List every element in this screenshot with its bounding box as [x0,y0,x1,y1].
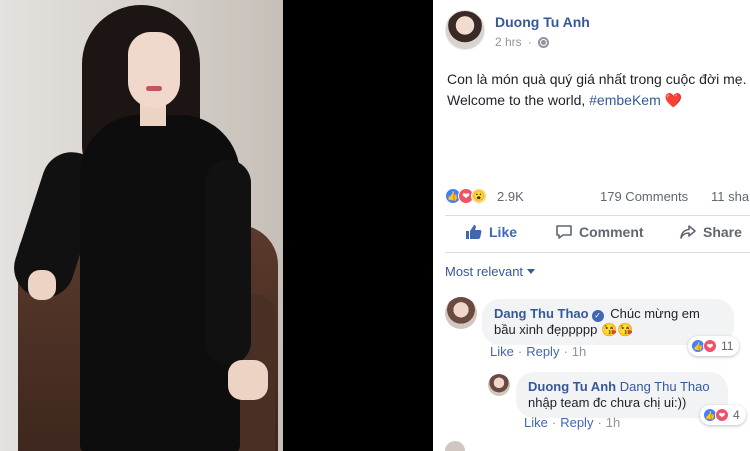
wow-reaction-icon: 😮 [471,188,487,204]
heart-emoji: ❤️ [664,92,683,108]
reply-mention[interactable]: Dang Thu Thao [620,379,710,394]
share-label: Share [703,224,742,240]
reply-actions: Like · Reply · 1h [524,415,621,430]
photo-viewer [0,0,433,451]
author-name[interactable]: Duong Tu Anh [495,14,590,30]
reply-avatar[interactable] [488,374,510,396]
comment-label: Comment [579,224,644,240]
commenter-name[interactable]: Dang Thu Thao [494,306,589,321]
photo-face [128,32,180,108]
like-button[interactable]: Like [465,224,517,240]
reply-time[interactable]: 1h [606,415,620,430]
comment-reactions[interactable]: 👍 ❤ 11 [688,336,740,356]
reply-item: Duong Tu Anh Dang Thu Thao nhập team đc … [488,372,750,436]
comment-reply-link[interactable]: Reply [526,344,559,359]
post-meta: 2 hrs · [495,35,549,49]
caret-down-icon [527,269,536,274]
comment-actions: Like · Reply · 1h [490,344,587,359]
comment-sort-dropdown[interactable]: Most relevant [445,264,536,279]
post-text-line-1: Con là món quà quý giá nhất trong cuộc đ… [447,71,747,87]
reply-reaction-count: 4 [733,408,740,422]
post-text: Con là món quà quý giá nhất trong cuộc đ… [447,69,747,111]
reply-reply-link[interactable]: Reply [560,415,593,430]
comment-icon [556,225,572,239]
post-text-prefix: Welcome to the world, [447,92,590,108]
like-icon [466,225,482,239]
comments-count[interactable]: 179 Comments [600,189,688,204]
comment-button[interactable]: Comment [555,224,644,240]
love-mini-icon: ❤ [703,339,717,353]
next-comment-avatar[interactable] [445,441,465,451]
reply-author-name[interactable]: Duong Tu Anh [528,379,616,394]
sort-label: Most relevant [445,264,524,279]
shares-count[interactable]: 11 share [711,189,750,204]
reactions-summary: 👍 ❤ 😮 2.9K 179 Comments 11 share [445,188,750,208]
action-bar: Like Comment Share [445,215,750,253]
post-time[interactable]: 2 hrs [495,35,522,49]
photo-hand-left [28,270,56,300]
photo-hand-right [228,360,268,400]
hashtag-link[interactable]: #embeKem [589,92,661,108]
author-avatar[interactable] [445,10,485,50]
comment-like-link[interactable]: Like [490,344,514,359]
post-text-line-2: Welcome to the world, #embeKem ❤️ [447,90,747,111]
commenter-avatar[interactable] [445,297,477,329]
share-button[interactable]: Share [679,224,742,240]
reply-like-link[interactable]: Like [524,415,548,430]
post-panel: Duong Tu Anh 2 hrs · Con là món quà quý … [433,0,750,451]
post-photo[interactable] [0,0,283,451]
share-icon [680,225,696,239]
reply-bubble: Duong Tu Anh Dang Thu Thao nhập team đc … [516,372,728,418]
comment-time[interactable]: 1h [572,344,586,359]
photo-arm-right [205,160,251,365]
reply-reactions[interactable]: 👍 ❤ 4 [700,405,746,425]
comment-reaction-count: 11 [721,339,734,353]
post-header: Duong Tu Anh 2 hrs · [445,10,745,54]
globe-icon[interactable] [537,36,549,48]
comment-item: Dang Thu Thao ✓ Chúc mừng em bầu xinh đẹp… [445,297,745,367]
reaction-icons[interactable]: 👍 ❤ 😮 [445,188,487,204]
reply-text: nhập team đc chưa chị ui:)) [528,395,687,410]
photo-lips [146,86,162,91]
verified-icon: ✓ [591,310,604,322]
like-label: Like [489,224,518,240]
love-mini-icon: ❤ [715,408,729,422]
reaction-count[interactable]: 2.9K [497,189,524,204]
